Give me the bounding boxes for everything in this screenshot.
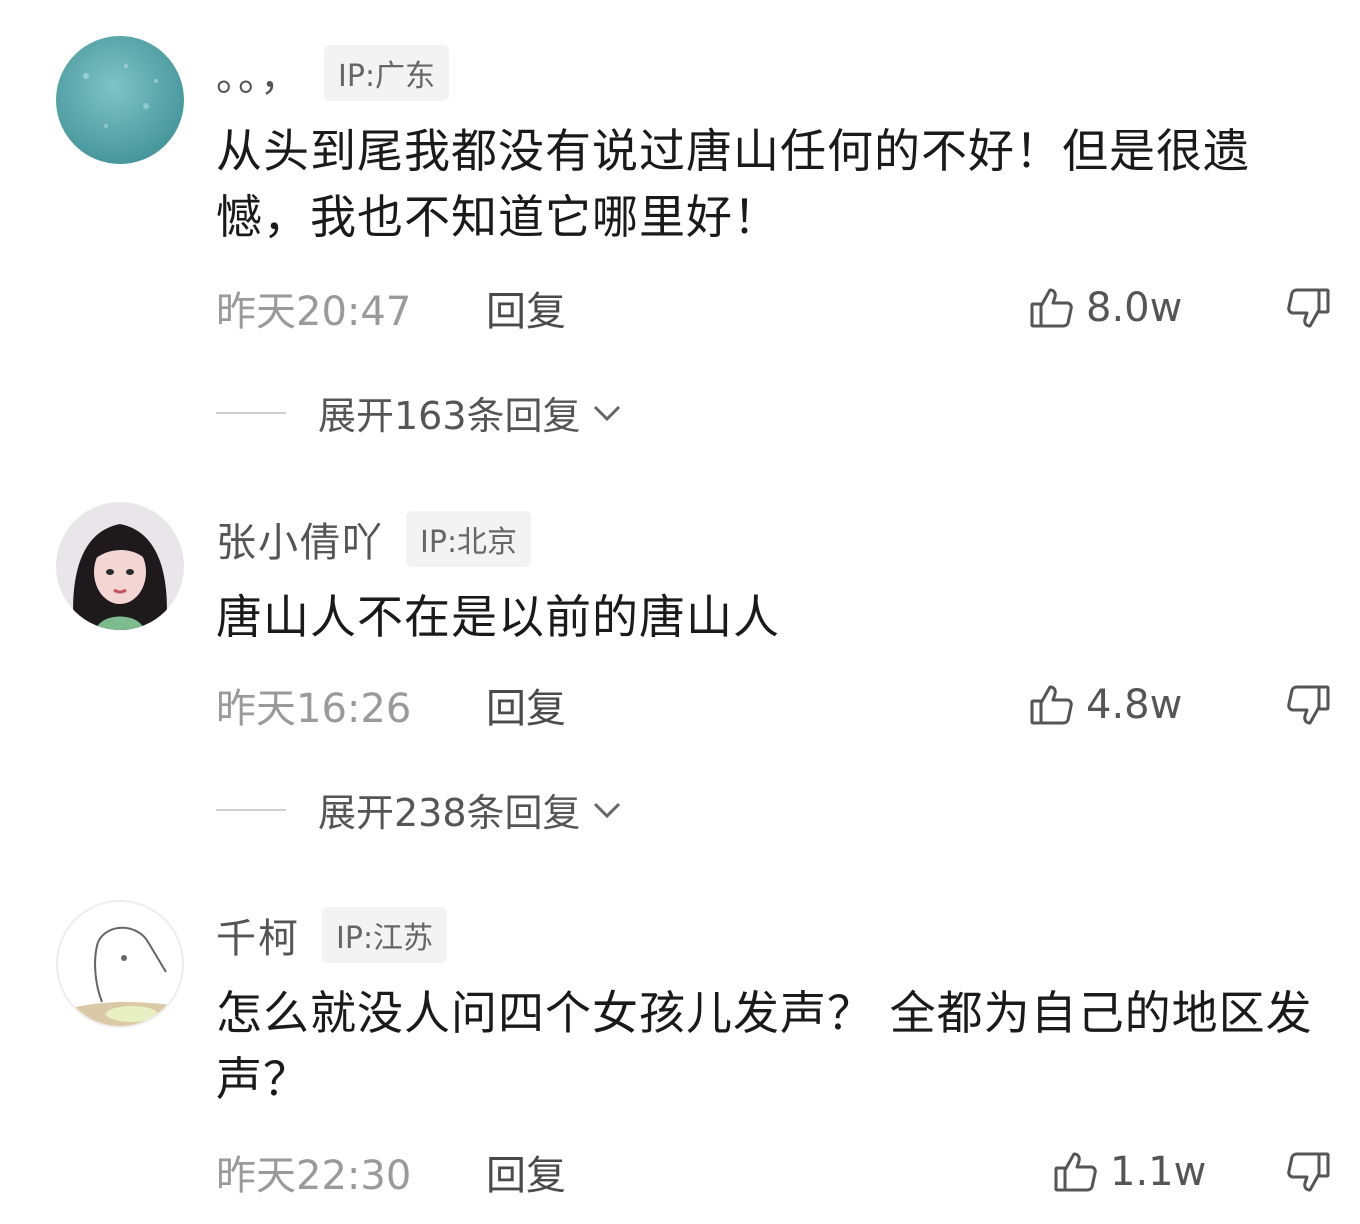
chevron-down-icon: [593, 802, 620, 818]
avatar[interactable]: [56, 502, 184, 630]
comment-text: 唐山人不在是以前的唐山人: [216, 590, 780, 644]
thumbs-up-icon: [1030, 685, 1073, 725]
comment-text: 怎么就没人问四个女孩儿发声？ 全都为自己的地区发声？: [216, 986, 1313, 1106]
username[interactable]: 张小倩吖: [216, 510, 384, 568]
thumbs-up-icon: [1030, 288, 1073, 328]
like-count: 4.8w: [1086, 682, 1183, 728]
like-button[interactable]: 1.1w: [1052, 1142, 1206, 1202]
thumbs-down-icon[interactable]: [1284, 681, 1332, 729]
comment-header: 千柯 IP:江苏: [216, 906, 448, 964]
comment-text: 从头到尾我都没有说过唐山任何的不好！但是很遗憾，我也不知道它哪里好！: [216, 124, 1250, 244]
timestamp: 昨天16:26: [216, 686, 412, 732]
divider: [216, 411, 286, 414]
ip-location-badge: IP:北京: [406, 511, 532, 567]
like-button[interactable]: 4.8w: [1028, 675, 1182, 735]
ip-location-badge: IP:江苏: [322, 907, 448, 963]
timestamp: 昨天20:47: [216, 289, 412, 335]
expand-replies-button[interactable]: 展开238条回复: [216, 782, 627, 837]
timestamp: 昨天22:30: [216, 1153, 412, 1199]
username[interactable]: 。。，: [216, 44, 302, 102]
comment-meta: 昨天20:47 回复 8.0w: [216, 278, 1336, 338]
reply-button[interactable]: 回复: [486, 676, 566, 734]
thumbs-up-icon: [1054, 1152, 1097, 1192]
chevron-down-icon: [593, 405, 620, 421]
like-count: 8.0w: [1086, 285, 1183, 331]
comment-item: 张小倩吖 IP:北京 唐山人不在是以前的唐山人 昨天16:26 回复 4.8w …: [0, 480, 1360, 860]
comment-header: 。。， IP:广东: [216, 44, 450, 102]
divider: [216, 808, 286, 811]
comment-meta: 昨天16:26 回复 4.8w: [216, 675, 1336, 735]
reply-button[interactable]: 回复: [486, 279, 566, 337]
comment-header: 张小倩吖 IP:北京: [216, 510, 532, 568]
expand-replies-button[interactable]: 展开163条回复: [216, 385, 627, 440]
expand-replies-label: 展开238条回复: [318, 791, 581, 835]
comment-item: 。。， IP:广东 从头到尾我都没有说过唐山任何的不好！但是很遗憾，我也不知道它…: [0, 0, 1360, 460]
username[interactable]: 千柯: [216, 906, 300, 964]
reply-button[interactable]: 回复: [486, 1143, 566, 1201]
comment-item: 千柯 IP:江苏 怎么就没人问四个女孩儿发声？ 全都为自己的地区发声？ 昨天22…: [0, 880, 1360, 1224]
thumbs-down-icon[interactable]: [1284, 1148, 1332, 1196]
avatar[interactable]: [56, 36, 184, 164]
ip-location-badge: IP:广东: [324, 45, 450, 101]
thumbs-down-icon[interactable]: [1284, 284, 1332, 332]
expand-replies-label: 展开163条回复: [318, 394, 581, 438]
comment-meta: 昨天22:30 回复 1.1w: [216, 1142, 1336, 1202]
avatar[interactable]: [56, 900, 184, 1028]
like-button[interactable]: 8.0w: [1028, 278, 1182, 338]
like-count: 1.1w: [1110, 1149, 1207, 1195]
